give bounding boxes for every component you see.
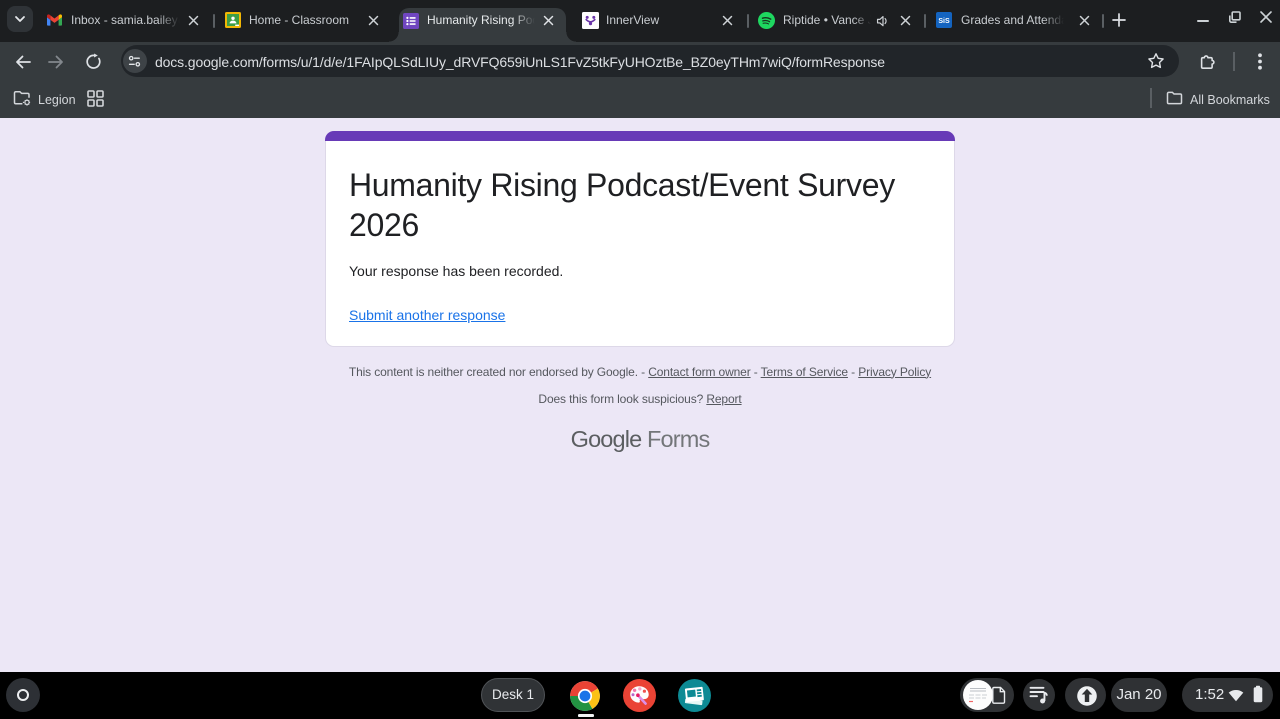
svg-text:SiS: SiS: [938, 18, 950, 25]
